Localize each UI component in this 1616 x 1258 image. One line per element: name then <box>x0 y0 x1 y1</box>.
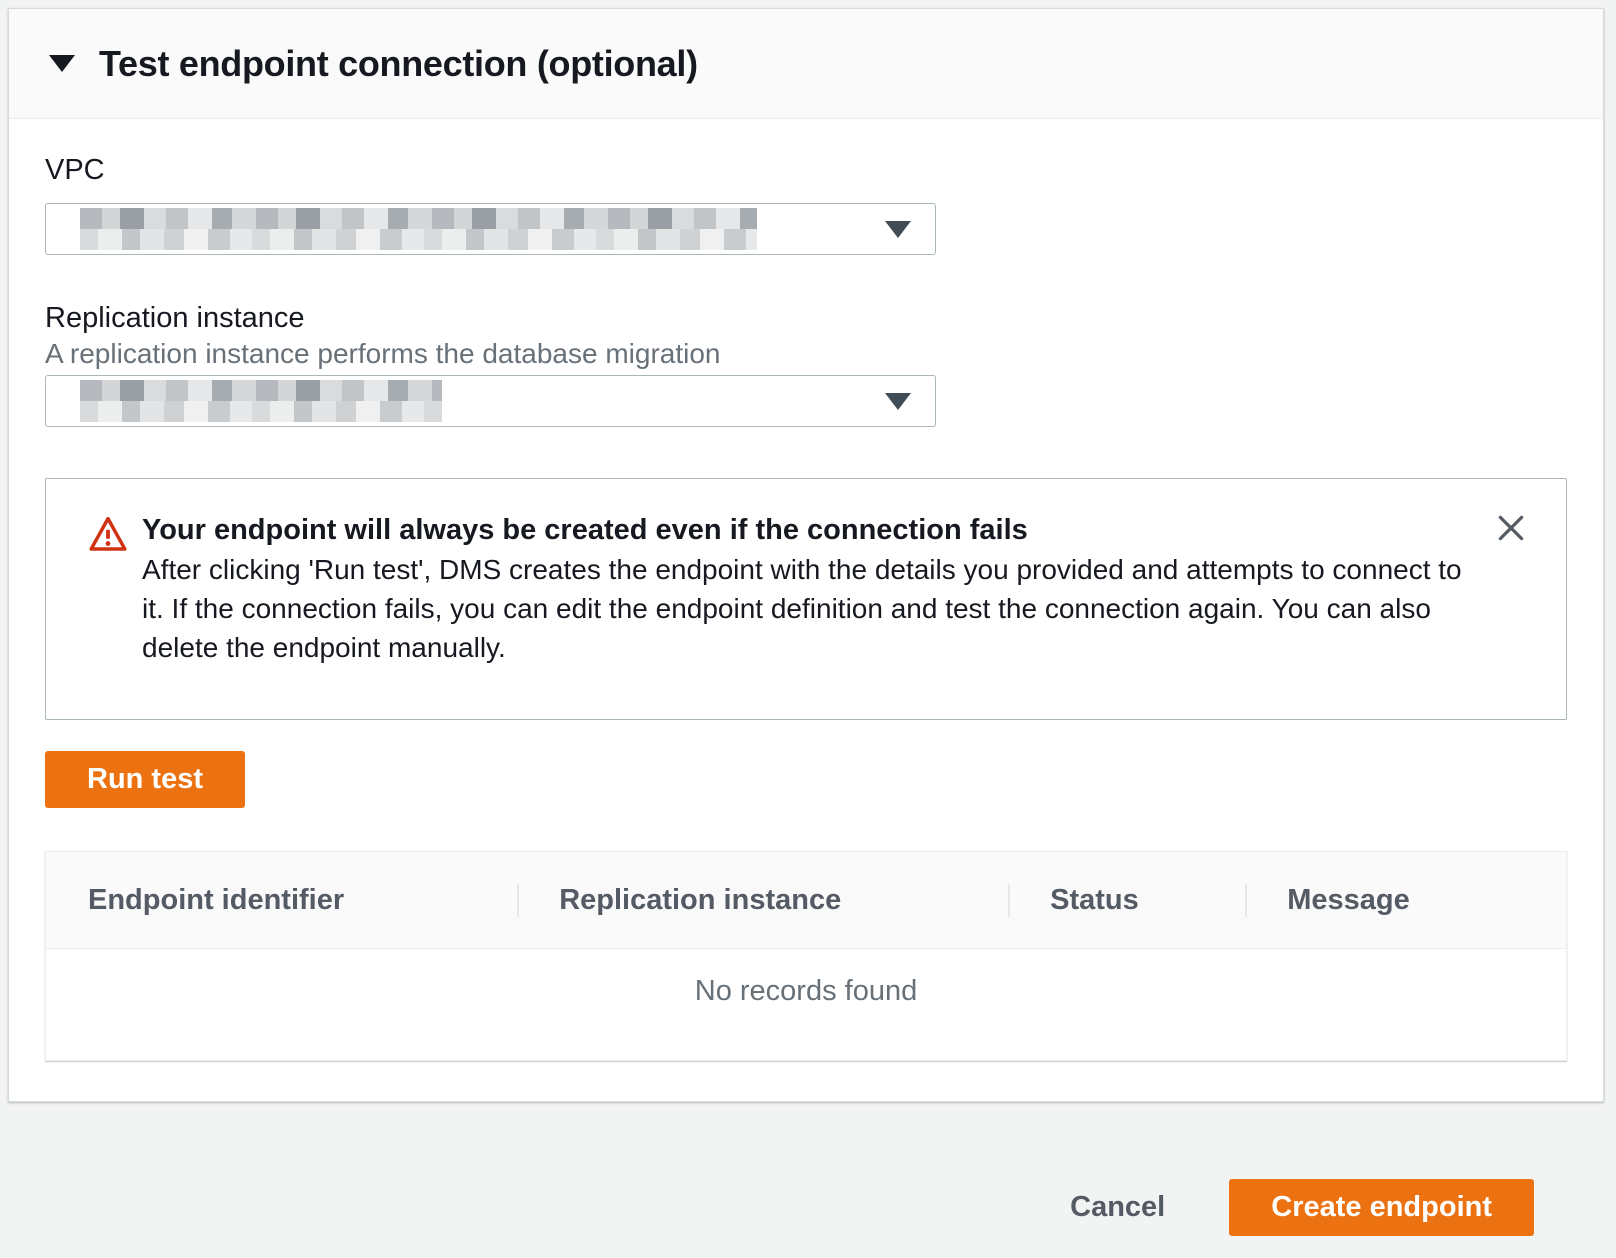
replication-instance-select[interactable] <box>45 375 936 427</box>
run-test-button[interactable]: Run test <box>45 751 245 808</box>
alert-body: After clicking 'Run test', DMS creates t… <box>142 550 1466 667</box>
section-title: Test endpoint connection (optional) <box>99 43 698 85</box>
alert-text: Your endpoint will always be created eve… <box>142 511 1466 689</box>
table-header-row: Endpoint identifier Replication instance… <box>46 852 1566 949</box>
warning-alert: Your endpoint will always be created eve… <box>45 478 1567 720</box>
column-header-message: Message <box>1245 884 1566 917</box>
vpc-field: VPC <box>45 153 1567 255</box>
section-header-toggle[interactable]: Test endpoint connection (optional) <box>9 9 1603 119</box>
column-header-status: Status <box>1008 884 1245 917</box>
dropdown-caret-icon <box>885 393 911 410</box>
collapse-caret-icon <box>49 55 75 72</box>
column-header-endpoint-identifier: Endpoint identifier <box>46 884 517 917</box>
table-empty-state: No records found <box>46 949 1566 1060</box>
create-endpoint-button[interactable]: Create endpoint <box>1229 1179 1534 1236</box>
replication-instance-selected-value-redacted <box>80 380 442 422</box>
vpc-selected-value-redacted <box>80 208 757 250</box>
test-results-table: Endpoint identifier Replication instance… <box>45 851 1567 1061</box>
vpc-select[interactable] <box>45 203 936 255</box>
vpc-label: VPC <box>45 153 1567 187</box>
form-footer: Cancel Create endpoint <box>0 1103 1616 1258</box>
test-endpoint-connection-section: Test endpoint connection (optional) VPC … <box>8 8 1604 1102</box>
replication-instance-label: Replication instance <box>45 301 1567 335</box>
close-icon[interactable] <box>1494 511 1528 545</box>
section-body: VPC Replication instance A replication i… <box>9 119 1603 1061</box>
replication-instance-description: A replication instance performs the data… <box>45 337 1567 371</box>
dropdown-caret-icon <box>885 221 911 238</box>
replication-instance-field: Replication instance A replication insta… <box>45 301 1567 427</box>
column-header-replication-instance: Replication instance <box>517 884 1008 917</box>
alert-title: Your endpoint will always be created eve… <box>142 511 1466 550</box>
warning-triangle-icon <box>88 515 128 689</box>
cancel-button[interactable]: Cancel <box>1070 1179 1165 1236</box>
